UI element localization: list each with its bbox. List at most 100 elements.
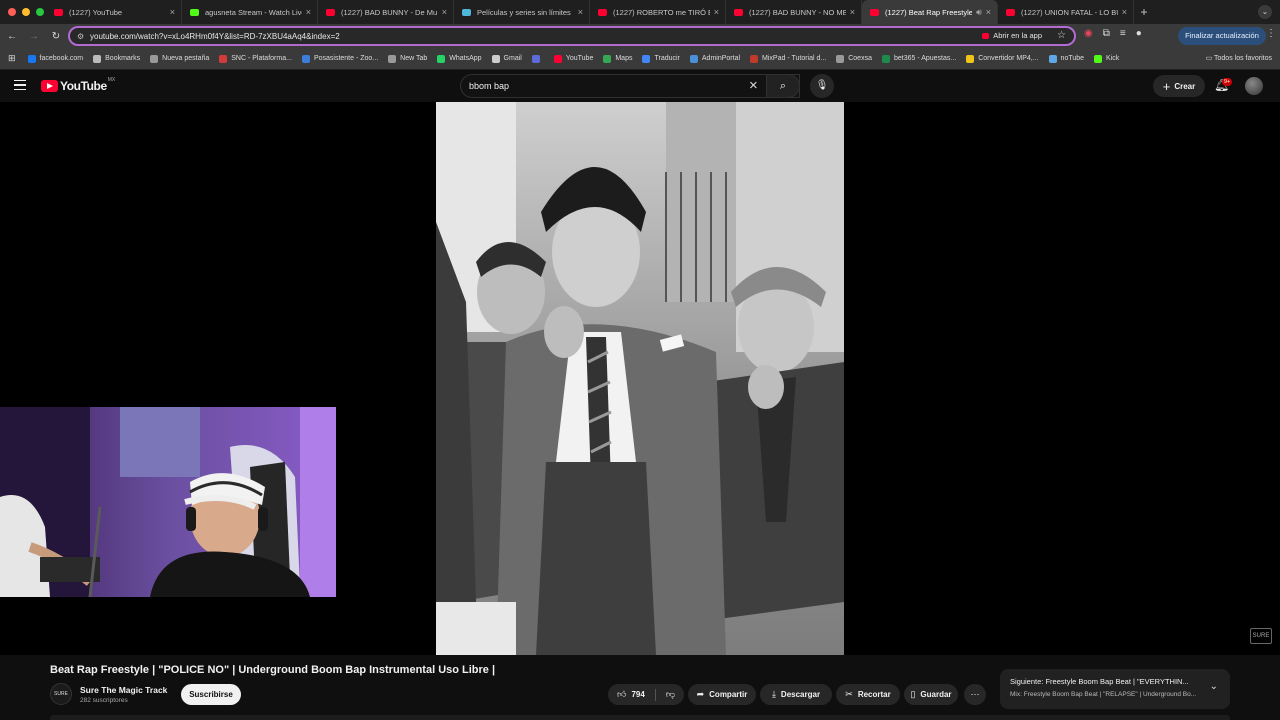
record-icon[interactable]: ◉: [1084, 28, 1093, 39]
thumbs-up-icon[interactable]: 👍︎: [617, 689, 626, 700]
youtube-play-icon: [41, 80, 58, 92]
bookmark-item[interactable]: Gmail: [491, 54, 522, 63]
bookmark-star-icon[interactable]: ☆: [1057, 30, 1066, 41]
speaker-icon[interactable]: 🔊︎: [976, 7, 982, 18]
like-dislike-group: 👍︎ 794 👎︎: [608, 684, 684, 705]
bookmark-item[interactable]: Kick: [1094, 54, 1119, 63]
close-window-button[interactable]: [8, 8, 16, 16]
bookmark-item[interactable]: Convertidor MP4,...: [966, 54, 1039, 63]
microphone-icon: 🎙: [815, 80, 829, 91]
clip-label: Recortar: [857, 690, 891, 699]
bookmark-item[interactable]: [531, 54, 544, 63]
bookmark-item[interactable]: Coexsa: [836, 54, 872, 63]
bookmark-item[interactable]: Traducir: [642, 54, 680, 63]
address-bar[interactable]: ⚙ youtube.com/watch?v=xLo4RHm0f4Y&list=R…: [68, 26, 1076, 46]
close-tab-icon[interactable]: ×: [850, 7, 855, 17]
close-tab-icon[interactable]: ×: [714, 7, 719, 17]
bookmark-label: AdminPortal: [701, 55, 741, 62]
apps-grid-icon[interactable]: ⊞: [8, 53, 16, 64]
tab-title: Películas y series sin límites: [477, 7, 571, 17]
youtube-logo[interactable]: YouTube MX: [41, 77, 115, 93]
youtube-icon: [982, 32, 990, 39]
bookmark-item[interactable]: Nueva pestaña: [150, 54, 209, 63]
channel-watermark[interactable]: SURE: [1250, 628, 1272, 644]
finish-update-button[interactable]: Finalizar actualización: [1178, 27, 1266, 45]
like-count[interactable]: 794: [631, 690, 644, 699]
channel-avatar[interactable]: SURE: [50, 683, 72, 705]
profile-icon[interactable]: ●: [1136, 28, 1142, 39]
tab-title: agusneta Stream - Watch Live: [205, 7, 302, 17]
up-next-subtitle: Mix: Freestyle Boom Bap Beat | "RELAPSE"…: [1010, 691, 1197, 698]
share-button[interactable]: ➦ Compartir: [688, 684, 756, 705]
bookmark-favicon-icon: [93, 54, 102, 63]
browser-tab[interactable]: (1227) UNION FATAL - LO BU ×: [998, 0, 1134, 24]
browser-tab[interactable]: Películas y series sin límites ×: [454, 0, 590, 24]
bookmark-favicon-icon: [388, 54, 397, 63]
chevron-down-icon[interactable]: ⌄: [1210, 681, 1218, 692]
minimize-window-button[interactable]: [22, 8, 30, 16]
browser-tab[interactable]: agusneta Stream - Watch Live ×: [182, 0, 318, 24]
close-tab-icon[interactable]: ×: [306, 7, 311, 17]
tab-title: (1227) ROBERTO me TIRÓ EL: [613, 7, 710, 17]
bookmark-item[interactable]: New Tab: [388, 54, 427, 63]
bookmark-label: MixPad - Tutorial d...: [762, 55, 827, 62]
bookmark-item[interactable]: WhatsApp: [437, 54, 482, 63]
search-box[interactable]: ×: [460, 74, 800, 98]
more-actions-button[interactable]: ⋯: [964, 684, 986, 705]
maximize-window-button[interactable]: [36, 8, 44, 16]
url-text[interactable]: youtube.com/watch?v=xLo4RHm0f4Y&list=RD-…: [90, 32, 340, 41]
channel-name[interactable]: Sure The Magic Track: [80, 685, 167, 695]
browser-tab[interactable]: (1227) YouTube ×: [46, 0, 182, 24]
browser-tab[interactable]: (1227) Beat Rap Freestyle 🔊︎ ×: [862, 0, 998, 24]
youtube-wordmark: YouTube: [60, 79, 107, 93]
thumbs-down-icon[interactable]: 👎︎: [666, 689, 675, 700]
save-button[interactable]: ▯ Guardar: [904, 684, 958, 705]
clip-button[interactable]: ✂ Recortar: [836, 684, 900, 705]
share-arrow-icon: ➦: [696, 689, 705, 699]
youtube-favicon-icon: [734, 8, 743, 16]
bookmark-item[interactable]: AdminPortal: [689, 54, 741, 63]
guide-menu-icon[interactable]: [14, 80, 26, 91]
bookmark-item[interactable]: Bookmarks: [93, 54, 140, 63]
close-tab-icon[interactable]: ×: [986, 7, 991, 17]
site-info-icon[interactable]: ⚙: [77, 32, 84, 41]
up-next-card[interactable]: Siguiente: Freestyle Boom Bap Beat | "EV…: [1000, 669, 1230, 709]
download-button[interactable]: ⤓ Descargar: [760, 684, 832, 705]
search-button[interactable]: ⌕: [766, 74, 800, 98]
open-in-app-button[interactable]: Abrir en la app: [982, 31, 1042, 40]
new-tab-button[interactable]: +: [1134, 5, 1154, 19]
browser-tab[interactable]: (1227) BAD BUNNY - NO ME ×: [726, 0, 862, 24]
tab-search-button[interactable]: ⌄: [1258, 5, 1272, 19]
create-button[interactable]: + Crear: [1153, 75, 1205, 97]
media-control-icon[interactable]: ≡: [1120, 28, 1126, 39]
close-tab-icon[interactable]: ×: [170, 7, 175, 17]
bookmark-item[interactable]: noTube: [1048, 54, 1084, 63]
close-tab-icon[interactable]: ×: [578, 7, 583, 17]
search-input[interactable]: [469, 81, 739, 91]
browser-menu-icon[interactable]: ⋮: [1266, 28, 1276, 39]
voice-search-button[interactable]: 🎙: [810, 74, 834, 98]
bookmark-item[interactable]: SNC - Plataforma...: [219, 54, 292, 63]
browser-tab[interactable]: (1227) ROBERTO me TIRÓ EL ×: [590, 0, 726, 24]
back-button[interactable]: ←: [2, 31, 22, 42]
black-and-white-photo: [436, 102, 844, 655]
close-tab-icon[interactable]: ×: [1122, 7, 1127, 17]
close-tab-icon[interactable]: ×: [442, 7, 447, 17]
bookmark-item[interactable]: facebook.com: [27, 54, 83, 63]
window-controls: [0, 8, 46, 16]
video-player[interactable]: SURE: [0, 102, 1280, 655]
forward-button[interactable]: →: [24, 31, 44, 42]
browser-tab[interactable]: (1227) BAD BUNNY - De Mu ×: [318, 0, 454, 24]
bookmark-item[interactable]: Maps: [603, 54, 632, 63]
bookmark-item[interactable]: Posasistente - Zoo...: [301, 54, 378, 63]
bookmark-item[interactable]: YouTube: [553, 54, 593, 63]
bookmark-item[interactable]: bet365 - Apuestas...: [881, 54, 956, 63]
bookmark-item[interactable]: MixPad - Tutorial d...: [750, 54, 827, 63]
reload-button[interactable]: ↻: [46, 31, 66, 42]
subscribe-button[interactable]: Suscribirse: [181, 684, 241, 705]
extension-icons: ◉ ⧉ ≡ ●: [1084, 28, 1142, 39]
extensions-puzzle-icon[interactable]: ⧉: [1103, 28, 1110, 39]
all-favorites-folder[interactable]: ▭ Todos los favoritos: [1206, 54, 1272, 62]
account-avatar[interactable]: [1245, 77, 1263, 95]
clear-search-icon[interactable]: ×: [749, 77, 758, 94]
